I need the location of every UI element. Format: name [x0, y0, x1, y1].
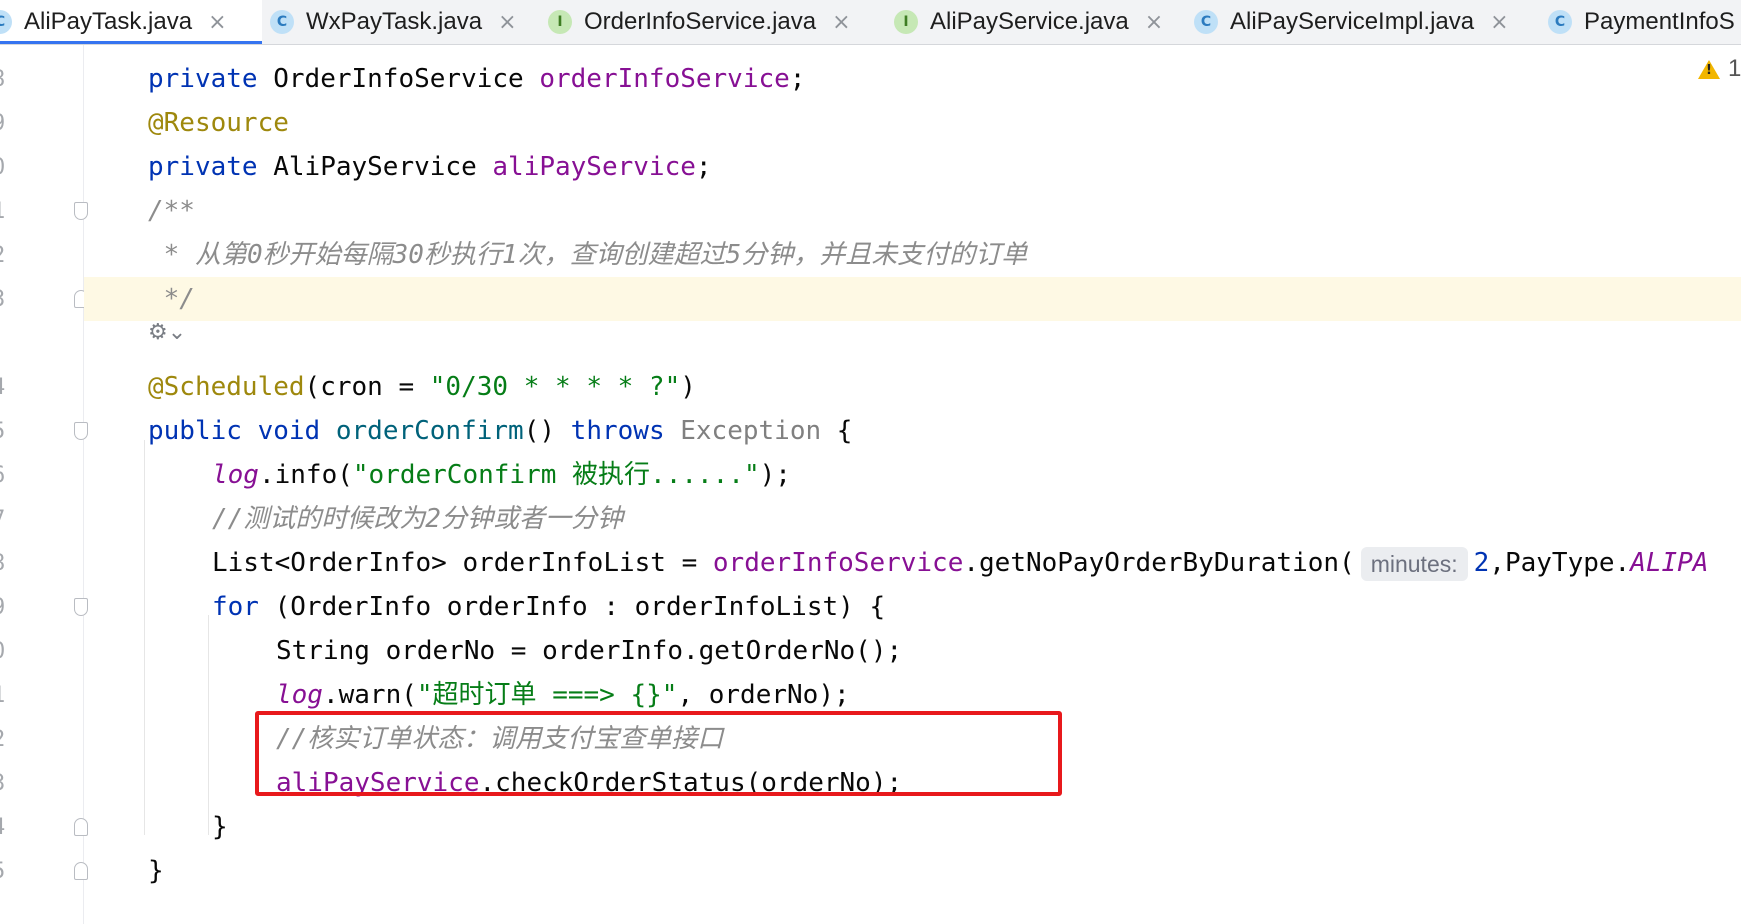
tab-orderinfoservice[interactable]: I OrderInfoService.java × [536, 0, 863, 44]
line-number: 9 [0, 111, 8, 136]
interface-icon: I [894, 10, 918, 34]
tab-label: OrderInfoService.java [584, 8, 817, 35]
tab-paymentinfoservice[interactable]: C PaymentInfoS [1536, 0, 1741, 44]
close-icon[interactable]: × [1490, 10, 1508, 35]
highlight-annotation-box [255, 711, 1062, 796]
code-line[interactable]: log.info("orderConfirm 被执行......"); [212, 453, 791, 497]
close-icon[interactable]: × [832, 10, 850, 35]
class-icon: C [0, 10, 12, 34]
inspection-widget[interactable]: 1 [1698, 55, 1741, 83]
code-line[interactable]: List<OrderInfo> orderInfoList = orderInf… [212, 541, 1708, 585]
indent-guide [208, 615, 209, 835]
line-number: 1 [0, 199, 8, 224]
line-number: 0 [0, 155, 8, 180]
code-line[interactable]: */ [148, 277, 195, 321]
class-icon: C [1194, 10, 1218, 34]
warning-count: 1 [1728, 55, 1741, 82]
line-number: 3 [0, 771, 8, 796]
code-editor[interactable]: 8 9 0 1 2 3 4 5 6 7 8 9 0 1 2 3 4 5 1 pr… [0, 45, 1741, 924]
gear-icon[interactable]: ⚙⌄ [148, 320, 186, 345]
close-icon[interactable]: × [1145, 10, 1163, 35]
interface-icon: I [548, 10, 572, 34]
code-line[interactable]: //测试的时候改为2分钟或者一分钟 [212, 497, 623, 541]
code-line[interactable]: @Resource [148, 101, 289, 145]
line-number: 4 [0, 375, 8, 400]
line-number: 9 [0, 595, 8, 620]
close-icon[interactable]: × [208, 10, 226, 35]
fold-icon[interactable] [74, 422, 88, 440]
line-number: 8 [0, 551, 8, 576]
tab-alipayserviceimpl[interactable]: C AliPayServiceImpl.java × [1182, 0, 1521, 44]
tab-wxpaytask[interactable]: C WxPayTask.java × [258, 0, 529, 44]
line-number: 1 [0, 683, 8, 708]
code-line[interactable]: private OrderInfoService orderInfoServic… [148, 57, 805, 101]
line-number: 8 [0, 67, 8, 92]
line-number: 7 [0, 507, 8, 532]
tab-alipaytask[interactable]: C AliPayTask.java × [0, 0, 262, 44]
line-number: 2 [0, 727, 8, 752]
code-line[interactable]: } [148, 849, 164, 893]
fold-icon[interactable] [74, 202, 88, 220]
line-number: 5 [0, 419, 8, 444]
code-line[interactable]: private AliPayService aliPayService; [148, 145, 712, 189]
code-line[interactable]: } [212, 805, 228, 849]
tab-label: AliPayTask.java [24, 8, 193, 35]
code-line[interactable]: @Scheduled(cron = "0/30 * * * * ?") [148, 365, 696, 409]
warning-icon [1698, 59, 1720, 79]
tab-label: AliPayServiceImpl.java [1230, 8, 1475, 35]
line-number: 3 [0, 287, 8, 312]
class-icon: C [270, 10, 294, 34]
code-line[interactable]: public void orderConfirm() throws Except… [148, 409, 852, 453]
line-number: 5 [0, 859, 8, 884]
tab-alipayservice[interactable]: I AliPayService.java × [882, 0, 1175, 44]
code-line[interactable]: for (OrderInfo orderInfo : orderInfoList… [212, 585, 885, 629]
line-number: 6 [0, 463, 8, 488]
line-number: 0 [0, 639, 8, 664]
code-line[interactable]: String orderNo = orderInfo.getOrderNo(); [276, 629, 902, 673]
close-icon[interactable]: × [498, 10, 516, 35]
tab-label: PaymentInfoS [1584, 8, 1735, 35]
line-number: 2 [0, 243, 8, 268]
fold-icon[interactable] [74, 862, 88, 880]
code-line[interactable]: /** [148, 189, 195, 233]
line-number: 4 [0, 815, 8, 840]
editor-tab-bar: C AliPayTask.java × C WxPayTask.java × I… [0, 0, 1741, 45]
line-gutter: 8 9 0 1 2 3 4 5 6 7 8 9 0 1 2 3 4 5 [0, 45, 88, 924]
param-hint: minutes: [1360, 546, 1468, 581]
indent-guide [144, 440, 145, 835]
code-line[interactable]: * 从第0秒开始每隔30秒执行1次，查询创建超过5分钟，并且未支付的订单 [148, 233, 1028, 277]
class-icon: C [1548, 10, 1572, 34]
fold-icon[interactable] [74, 818, 88, 836]
tab-label: WxPayTask.java [306, 8, 483, 35]
tab-label: AliPayService.java [930, 8, 1129, 35]
fold-icon[interactable] [74, 598, 88, 616]
caret-line [84, 277, 1741, 321]
